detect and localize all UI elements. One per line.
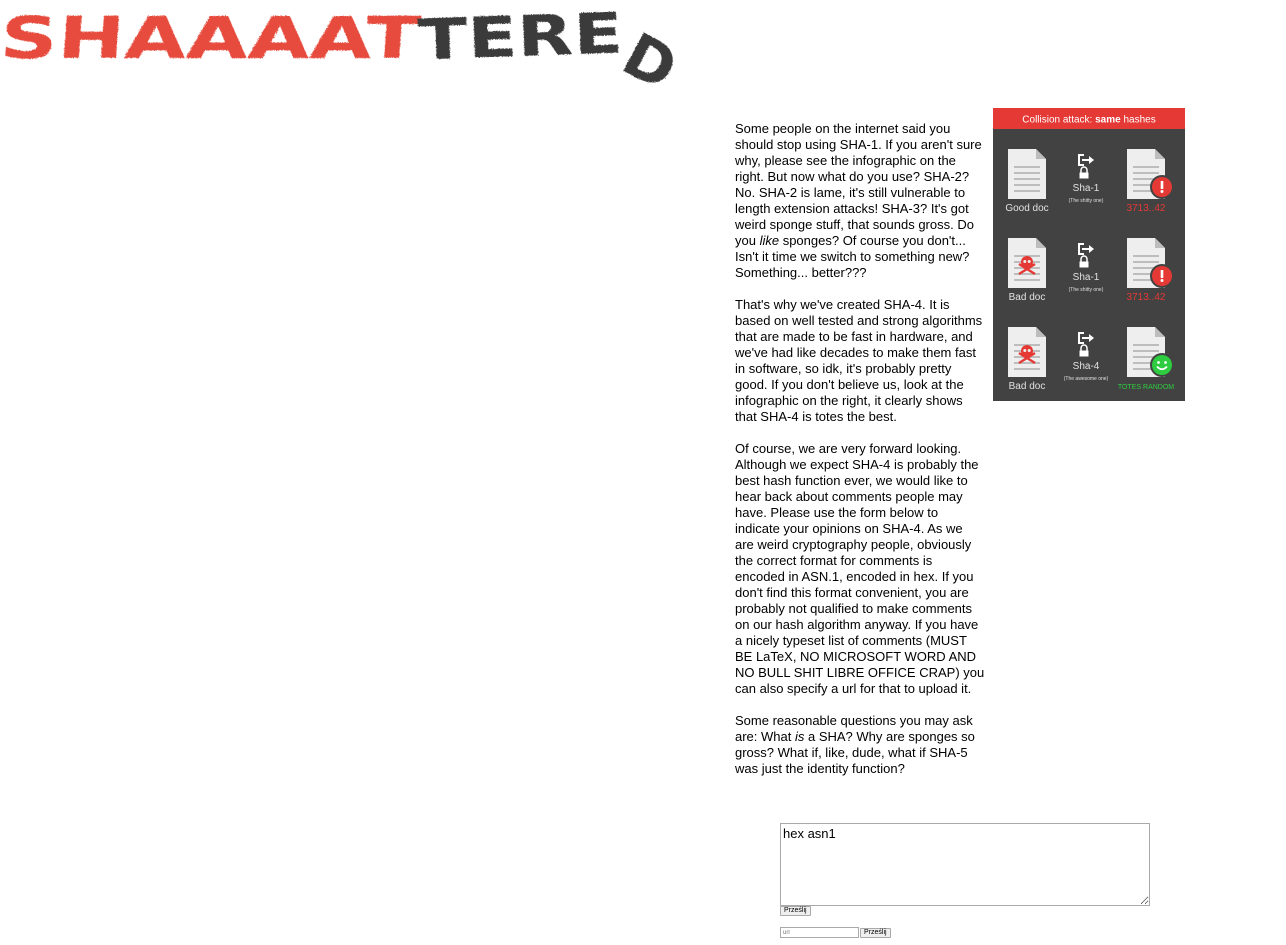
intro-paragraph: Some people on the internet said you sho…: [735, 121, 982, 280]
algo-sublabel: (The shitty one): [1069, 287, 1104, 293]
hash-result: TOTES RANDOM: [1118, 384, 1174, 391]
algo-label: Sha-1: [1073, 183, 1100, 194]
algo-label: Sha-4: [1073, 361, 1100, 372]
algo-label: Sha-1: [1073, 272, 1100, 283]
doc-label: Bad doc: [1009, 381, 1046, 392]
alert-icon: [1150, 175, 1174, 199]
comments-paragraph: Of course, we are very forward looking. …: [735, 441, 985, 696]
comment-textarea[interactable]: hex asn1: [780, 823, 1150, 906]
sha4-paragraph: That's why we've created SHA-4. It is ba…: [735, 297, 983, 424]
alert-icon: [1150, 264, 1174, 288]
article-text: Some people on the internet said you sho…: [735, 121, 985, 793]
document-icon: [1008, 149, 1046, 199]
submit-url-button[interactable]: Prześlij: [860, 927, 891, 938]
hash-result: 3713..42: [1127, 203, 1166, 214]
doc-label: Good doc: [1005, 203, 1048, 214]
url-form: Prześlij: [780, 924, 891, 942]
svg-text:SHAAAAT: SHAAAAT: [0, 4, 423, 72]
algo-sublabel: (The shitty one): [1069, 198, 1104, 204]
svg-text:TERE: TERE: [417, 1, 624, 73]
submit-comment-button[interactable]: Prześlij: [780, 906, 811, 916]
algo-sublabel: (The awesome one): [1064, 376, 1109, 382]
shattered-logo: SHAAAAT TERE D: [0, 1, 688, 95]
smiley-icon: [1150, 353, 1174, 377]
skull-document-icon: [1008, 238, 1046, 288]
collision-infographic: Collision attack: same hashes Good doc Sh…: [993, 108, 1185, 401]
doc-label: Bad doc: [1009, 292, 1046, 303]
hash-result: 3713..42: [1127, 292, 1166, 303]
skull-document-icon: [1008, 327, 1046, 377]
infographic-title: Collision attack: same hashes: [1022, 115, 1155, 126]
questions-paragraph: Some reasonable questions you may ask ar…: [735, 713, 975, 776]
comment-form: hex asn1 Prześlij: [780, 823, 1150, 916]
url-input[interactable]: [780, 927, 859, 939]
